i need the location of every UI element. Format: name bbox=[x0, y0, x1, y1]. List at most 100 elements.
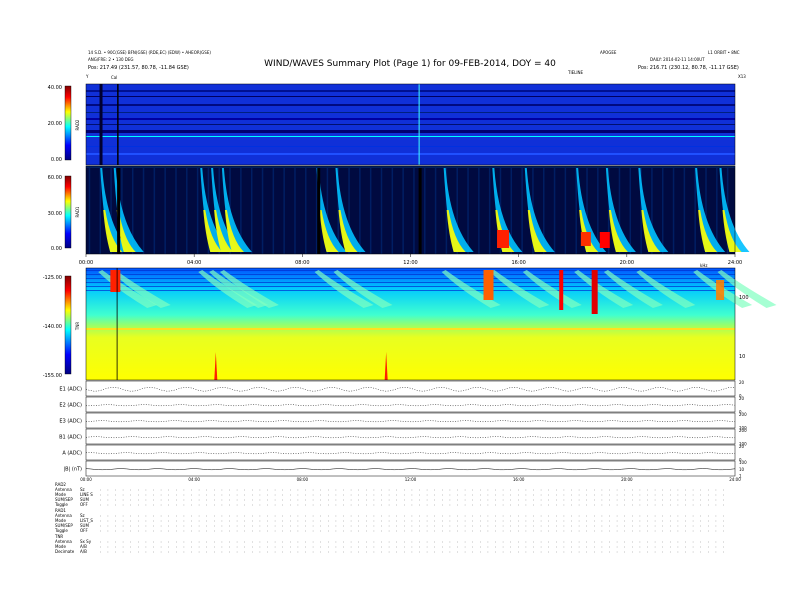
rad2-band bbox=[86, 124, 735, 125]
rad1-streak bbox=[272, 166, 275, 254]
tnr-hot-region bbox=[110, 270, 121, 292]
rad2-panel: RAD2 40.00 20.00 0.00 bbox=[48, 83, 736, 166]
tnr-band bbox=[86, 286, 735, 287]
rad2-band bbox=[86, 118, 735, 120]
rad2-band bbox=[86, 96, 735, 97]
tnr-band bbox=[86, 278, 735, 279]
tnr-right-tick-1: 10 bbox=[739, 354, 745, 360]
rad1-streak bbox=[315, 166, 318, 254]
footer-value: A/B bbox=[80, 549, 87, 554]
rad1-streak bbox=[250, 166, 253, 254]
footer-value: OFF bbox=[80, 502, 88, 507]
rad1-streak bbox=[575, 166, 577, 254]
bottom-time-label: 00:00 bbox=[80, 477, 92, 482]
footer-value: OFF bbox=[80, 528, 88, 533]
footer-key: Toggle bbox=[54, 528, 68, 533]
tnr-hot-region bbox=[483, 270, 494, 300]
rad2-band bbox=[86, 104, 735, 106]
cal-marker: Cal bbox=[111, 75, 117, 80]
bottom-time-label: 08:00 bbox=[297, 477, 309, 482]
rad1-ytick-1: 30.00 bbox=[48, 211, 62, 217]
rad1-streak bbox=[629, 166, 632, 254]
bottom-time-label: 24:00 bbox=[729, 477, 741, 482]
tnr-band bbox=[86, 282, 735, 283]
rad1-gap bbox=[317, 166, 321, 254]
rad1-streak bbox=[164, 166, 166, 254]
rad2-cal-line bbox=[99, 84, 103, 165]
tnr-ytick-1: -140.00 bbox=[43, 324, 62, 330]
tnr-ytick-2: -155.00 bbox=[43, 373, 62, 379]
footer-key: Decimate bbox=[55, 549, 75, 554]
rad1-ytick-2: 0.00 bbox=[51, 246, 62, 252]
tnr-hot-region bbox=[716, 280, 725, 300]
left-header-line3: Pos: 217.49 (231.57, 80.78, -11.84 GSE) bbox=[88, 65, 189, 71]
rad1-streak bbox=[294, 166, 296, 254]
rad1-spectrogram bbox=[86, 166, 735, 254]
y-marker-right: X13 bbox=[738, 74, 746, 79]
time-tick-label: 16:00 bbox=[511, 260, 525, 266]
time-tick-label: 00:00 bbox=[79, 260, 93, 266]
tnr-hot-region bbox=[591, 270, 598, 314]
rad2-ytick-0: 40.00 bbox=[48, 85, 62, 91]
rad1-ytick-0: 60.00 bbox=[48, 175, 62, 181]
rad1-streak bbox=[413, 166, 415, 254]
bottom-time-label: 20:00 bbox=[621, 477, 633, 482]
time-tick-label: 12:00 bbox=[403, 260, 417, 266]
rad1-streak bbox=[672, 166, 675, 254]
trace-right-tick: 20 bbox=[739, 380, 745, 385]
center-right-header: APOGEE bbox=[600, 50, 617, 55]
rad2-colorbar bbox=[64, 85, 72, 161]
tnr-right-tick-0: 100 bbox=[739, 295, 749, 301]
trace-right-tick: 200 bbox=[739, 412, 747, 417]
right-header-line3: Pos: 216.71 (230.12, 80.78, -11.17 GSE) bbox=[638, 65, 739, 71]
trace-panel-frame bbox=[85, 412, 736, 429]
rad1-streak bbox=[196, 166, 199, 254]
time-tick-label: 20:00 bbox=[620, 260, 634, 266]
right-header-line1: L1 ORBIT • 8NC bbox=[708, 50, 740, 55]
rad1-streak bbox=[391, 166, 394, 254]
rad1-streak bbox=[153, 166, 156, 254]
tnr-band bbox=[86, 274, 735, 275]
bottom-time-label: 16:00 bbox=[513, 477, 525, 482]
time-tick-label: 08:00 bbox=[295, 260, 309, 266]
bottom-time-label: 12:00 bbox=[405, 477, 417, 482]
rad1-streak bbox=[694, 166, 696, 254]
tnr-right-label: kHz bbox=[700, 263, 707, 268]
rad1-gap bbox=[418, 166, 422, 254]
trace-label: A (ADC) bbox=[62, 451, 82, 457]
time-axis-bottom: 00:00 04:00 08:00 12:00 16:00 20:00 24:00 bbox=[80, 477, 741, 482]
rad1-streak bbox=[661, 166, 664, 254]
rad1-streak bbox=[88, 166, 91, 254]
tnr-panel: TNR -125.00 -140.00 -155.00 kHz 100 10 bbox=[43, 263, 777, 381]
footer-key: Toggle bbox=[54, 502, 68, 507]
rad2-ytick-2: 0.00 bbox=[51, 157, 62, 163]
rad2-gap bbox=[117, 84, 119, 165]
rad1-hot-region bbox=[580, 232, 591, 246]
trace-right-tick: 20 bbox=[739, 396, 745, 401]
time-axis-top: 00:00 04:00 08:00 12:00 16:00 20:00 24:00 bbox=[79, 254, 742, 266]
rad2-band bbox=[86, 112, 735, 113]
tnr-hot-region bbox=[559, 270, 564, 310]
rad1-label: RAD1 bbox=[75, 206, 80, 217]
rad1-streak bbox=[683, 166, 686, 254]
tnr-plasma-line bbox=[86, 328, 735, 330]
tnr-spectrogram bbox=[86, 268, 735, 380]
rad1-colorbar bbox=[64, 175, 72, 249]
rad1-hot-region bbox=[599, 232, 610, 248]
rad1-streak bbox=[261, 166, 264, 254]
rad1-streak bbox=[283, 166, 285, 254]
plot-title: WIND/WAVES Summary Plot (Page 1) for 09-… bbox=[264, 59, 556, 69]
trace-label: B1 (ADC) bbox=[59, 435, 82, 441]
rad1-streak bbox=[305, 166, 307, 254]
rad1-streak bbox=[434, 166, 437, 254]
time-tick-label: 24:00 bbox=[728, 260, 742, 266]
rad2-band bbox=[86, 146, 735, 147]
right-header-line2: DAILY: 2014-02-11 14:00UT bbox=[650, 57, 705, 62]
bottom-time-label: 04:00 bbox=[188, 477, 200, 482]
rad1-streak bbox=[478, 166, 480, 254]
rad1-streak bbox=[99, 166, 102, 254]
trace-panel-frame bbox=[85, 428, 736, 445]
rad1-streak bbox=[564, 166, 567, 254]
rad1-streak bbox=[488, 166, 491, 254]
rad1-streak bbox=[186, 166, 188, 254]
